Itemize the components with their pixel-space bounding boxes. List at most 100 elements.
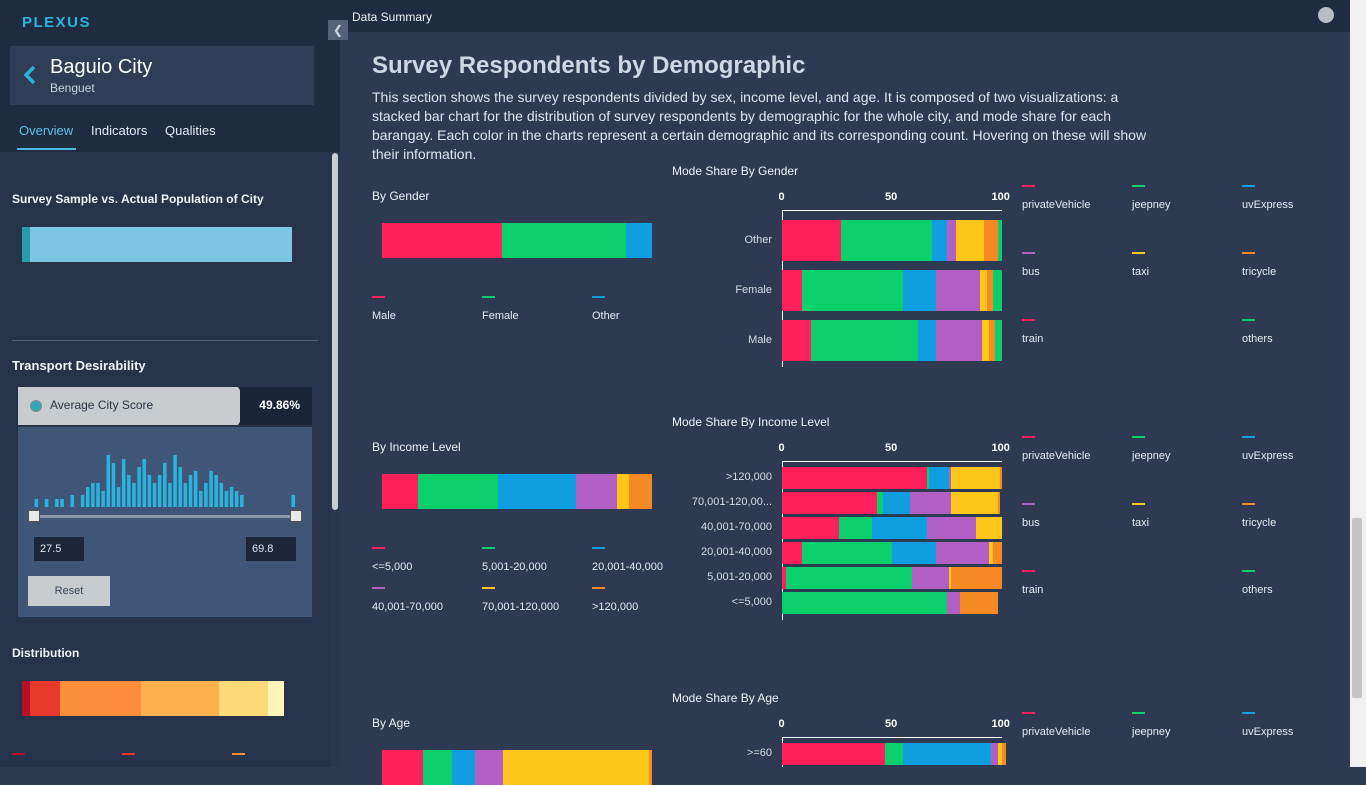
histogram-bar[interactable]: [240, 495, 244, 507]
bar-segment-tricycle[interactable]: [988, 320, 996, 361]
histogram-bar[interactable]: [163, 463, 167, 507]
mode-share-bar[interactable]: [782, 270, 1002, 311]
bar-segment-jeepney[interactable]: [801, 542, 892, 564]
income-segment[interactable]: [418, 474, 499, 509]
bar-segment-tricycle[interactable]: [997, 492, 1000, 514]
bar-segment-tricycle[interactable]: [960, 592, 998, 614]
bar-segment-bus[interactable]: [927, 517, 976, 539]
mode-share-bar[interactable]: [782, 517, 1002, 539]
range-slider-min-handle[interactable]: [28, 510, 40, 522]
bar-segment-uvExpress[interactable]: [931, 220, 947, 261]
gender-segment[interactable]: [502, 223, 627, 258]
distribution-segment[interactable]: [59, 681, 141, 716]
bar-segment-tricycle[interactable]: [986, 270, 994, 311]
bar-segment-bus[interactable]: [947, 592, 961, 614]
distribution-segment[interactable]: [267, 681, 284, 716]
bar-segment-uvExpress[interactable]: [883, 492, 910, 514]
histogram-bar[interactable]: [198, 491, 203, 507]
range-max-input[interactable]: 69.8: [246, 537, 296, 561]
histogram-bar[interactable]: [121, 459, 126, 507]
bar-segment-bus[interactable]: [990, 743, 998, 765]
score-histogram[interactable]: [18, 427, 312, 527]
histogram-bar[interactable]: [142, 459, 147, 507]
bar-segment-taxi[interactable]: [979, 270, 987, 311]
bar-segment-tricycle[interactable]: [1001, 743, 1007, 765]
tab-overview[interactable]: Overview: [19, 123, 73, 138]
mode-share-bar[interactable]: [782, 743, 1007, 765]
age-segment[interactable]: [452, 750, 476, 785]
histogram-bar[interactable]: [168, 483, 172, 507]
histogram-bar[interactable]: [157, 475, 162, 507]
bar-segment-tricycle[interactable]: [951, 567, 1002, 589]
income-segment[interactable]: [382, 474, 419, 509]
bar-segment-bus[interactable]: [911, 567, 950, 589]
mode-share-bar[interactable]: [782, 320, 1002, 361]
bar-segment-jeepney[interactable]: [876, 492, 884, 514]
age-segment[interactable]: [422, 750, 453, 785]
bar-segment-bus[interactable]: [935, 270, 980, 311]
histogram-bar[interactable]: [188, 475, 193, 507]
bar-segment-jeepney[interactable]: [841, 220, 932, 261]
distribution-segment[interactable]: [140, 681, 220, 716]
bar-segment-uvExpress[interactable]: [929, 467, 950, 489]
histogram-bar[interactable]: [106, 455, 111, 507]
bar-segment-privateVehicle[interactable]: [782, 467, 928, 489]
age-stacked-bar[interactable]: [382, 750, 652, 785]
mode-share-bar[interactable]: [782, 542, 1002, 564]
bar-segment-taxi[interactable]: [975, 517, 1002, 539]
bar-segment-uvExpress[interactable]: [918, 320, 936, 361]
bar-segment-jeepney[interactable]: [810, 320, 919, 361]
distribution-segment[interactable]: [30, 681, 60, 716]
sidebar-scroll-thumb[interactable]: [332, 153, 338, 510]
histogram-bar[interactable]: [80, 495, 85, 507]
bar-segment-bus[interactable]: [935, 320, 983, 361]
histogram-bar[interactable]: [116, 487, 121, 507]
settings-icon[interactable]: [1318, 7, 1334, 23]
histogram-bar[interactable]: [34, 499, 39, 507]
distribution-bar[interactable]: [22, 681, 292, 716]
bar-segment-jeepney[interactable]: [786, 567, 912, 589]
bar-segment-tricycle[interactable]: [984, 220, 998, 261]
histogram-bar[interactable]: [183, 483, 188, 507]
bar-segment-jeepney[interactable]: [782, 592, 947, 614]
bar-segment-privateVehicle[interactable]: [782, 743, 886, 765]
age-segment[interactable]: [503, 750, 650, 785]
bar-segment-tricycle[interactable]: [993, 542, 1002, 564]
bar-segment-jeepney[interactable]: [839, 517, 873, 539]
income-segment[interactable]: [576, 474, 617, 509]
histogram-bar[interactable]: [60, 499, 64, 507]
bar-segment-uvExpress[interactable]: [902, 270, 936, 311]
mode-share-bar[interactable]: [782, 492, 1000, 514]
mode-share-bar[interactable]: [782, 567, 1002, 589]
main-scroll-thumb[interactable]: [1352, 518, 1362, 698]
histogram-bar[interactable]: [85, 487, 90, 507]
histogram-bar[interactable]: [137, 467, 141, 507]
bar-segment-uvExpress[interactable]: [902, 743, 991, 765]
reset-button[interactable]: Reset: [28, 576, 110, 606]
histogram-bar[interactable]: [147, 475, 152, 507]
bar-segment-taxi[interactable]: [951, 492, 998, 514]
histogram-bar[interactable]: [209, 471, 213, 507]
sample-bar[interactable]: [22, 227, 292, 262]
bar-segment-jeepney[interactable]: [885, 743, 903, 765]
income-segment[interactable]: [616, 474, 630, 509]
histogram-bar[interactable]: [91, 483, 95, 507]
income-segment[interactable]: [498, 474, 577, 509]
bar-segment-taxi[interactable]: [955, 220, 985, 261]
bar-segment-tricycle[interactable]: [999, 467, 1002, 489]
histogram-bar[interactable]: [44, 499, 49, 507]
histogram-bar[interactable]: [173, 455, 177, 507]
histogram-bar[interactable]: [224, 491, 229, 507]
bar-segment-privateVehicle[interactable]: [782, 220, 842, 261]
bar-segment-uvExpress[interactable]: [891, 542, 936, 564]
tab-indicators[interactable]: Indicators: [91, 123, 147, 138]
histogram-bar[interactable]: [219, 483, 224, 507]
bar-segment-bus[interactable]: [935, 542, 989, 564]
distribution-segment[interactable]: [219, 681, 268, 716]
histogram-bar[interactable]: [111, 463, 116, 507]
tab-qualities[interactable]: Qualities: [165, 123, 216, 138]
chevron-left-icon[interactable]: [20, 64, 42, 86]
mode-share-bar[interactable]: [782, 220, 1002, 261]
histogram-bar[interactable]: [204, 483, 208, 507]
bar-segment-bus[interactable]: [946, 220, 956, 261]
